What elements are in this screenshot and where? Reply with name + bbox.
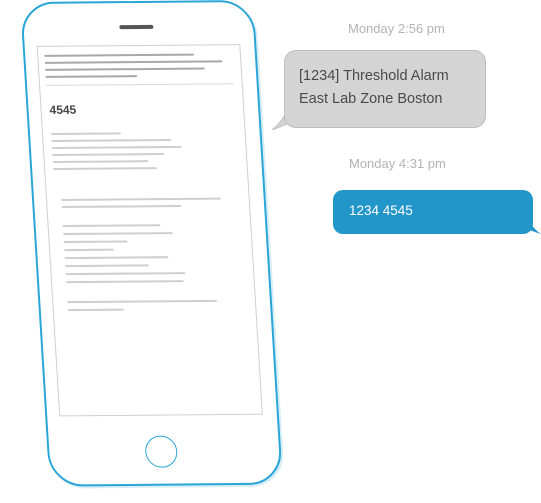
email-body-line [67, 299, 218, 304]
message-text-line: [1234] Threshold Alarm [299, 68, 449, 84]
email-body-line [63, 240, 128, 244]
phone-illustration: 4545 [20, 0, 305, 499]
email-body-line [67, 308, 124, 312]
email-body-line [63, 232, 173, 236]
email-body-line [52, 153, 165, 157]
phone-screen: 4545 [36, 44, 263, 417]
email-body-line [53, 167, 158, 171]
email-code: 4545 [49, 102, 77, 117]
message-text-line: East Lab Zone Boston [299, 91, 443, 107]
phone-speaker [119, 24, 154, 30]
outgoing-message-bubble: 1234 4545 [333, 190, 533, 234]
email-from-line [44, 53, 195, 57]
phone-body: 4545 [20, 0, 284, 487]
outgoing-bubble-tail [523, 212, 541, 234]
email-body-line [64, 248, 115, 252]
email-body-line [64, 256, 169, 260]
email-body-line [62, 224, 161, 228]
home-button-icon [144, 435, 179, 468]
email-body-line [61, 204, 182, 209]
message-text: 1234 4545 [349, 203, 413, 218]
email-subject-line [45, 75, 138, 78]
email-body-line [65, 280, 184, 284]
email-body-line [65, 264, 149, 268]
message-timestamp: Monday 2:56 pm [348, 21, 445, 36]
email-body-line [50, 132, 121, 135]
email-body-line [60, 197, 221, 202]
email-subject-line [44, 60, 223, 64]
email-subject-line [45, 67, 205, 71]
message-timestamp: Monday 4:31 pm [349, 156, 446, 171]
email-header [44, 51, 234, 86]
incoming-message-bubble: [1234] Threshold Alarm East Lab Zone Bos… [284, 50, 486, 128]
email-body [38, 45, 240, 312]
email-body-line [52, 160, 149, 164]
sms-illustration: 4545 Monday 2:56 pm [1234] Threshold Ala… [0, 0, 541, 503]
email-body-line [51, 145, 182, 149]
email-body-line [51, 138, 172, 142]
email-body-line [65, 272, 186, 276]
